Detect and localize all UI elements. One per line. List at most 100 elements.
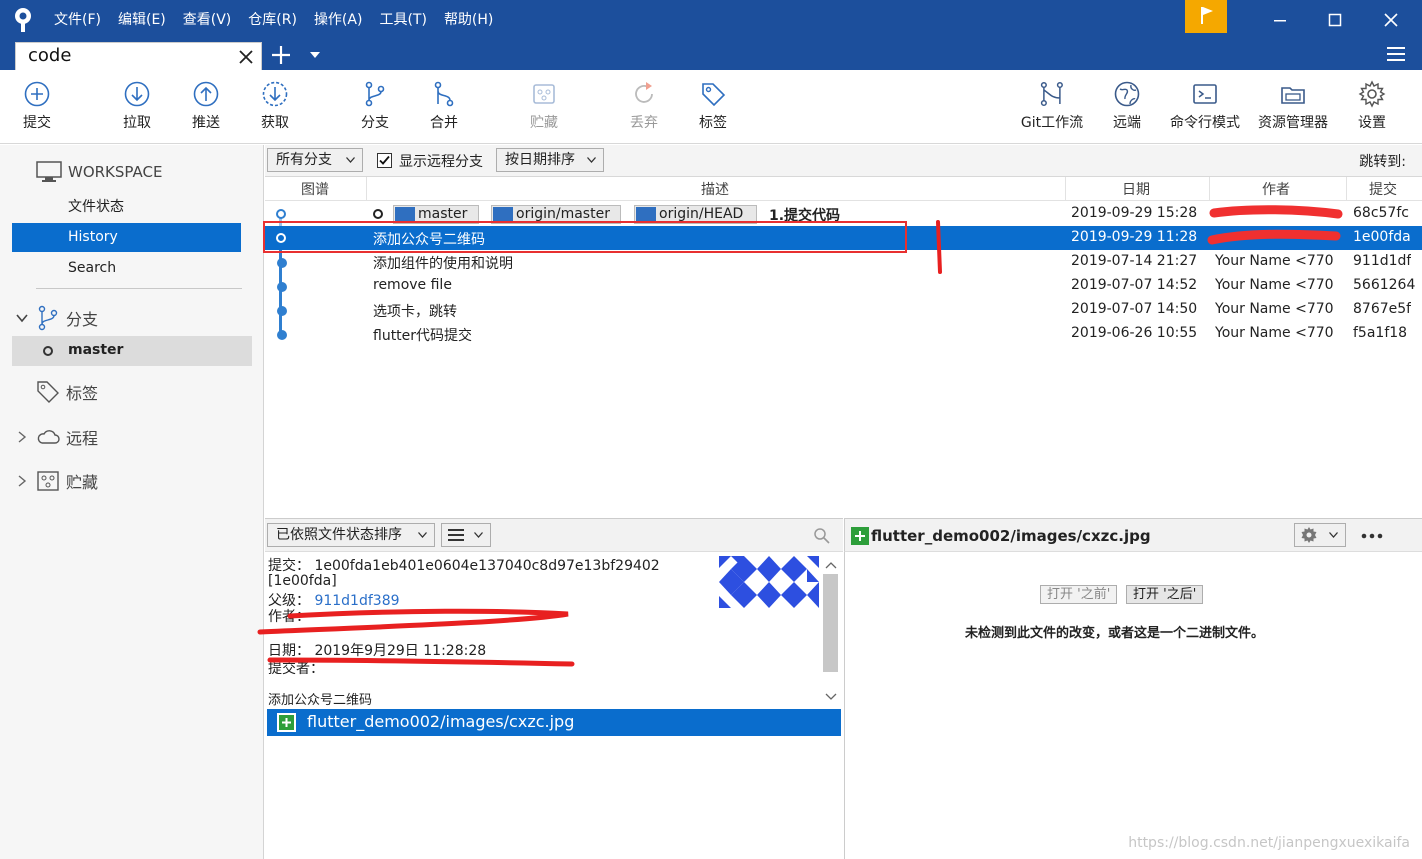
column-commit[interactable]: 提交 [1369, 179, 1397, 199]
menu-help[interactable]: 帮助(H) [444, 0, 493, 40]
sort-order-select[interactable]: 按日期排序 [496, 148, 604, 172]
menu-file[interactable]: 文件(F) [54, 0, 101, 40]
branches-section[interactable]: 分支 [36, 305, 98, 331]
column-author[interactable]: 作者 [1262, 179, 1290, 199]
tab-dropdown-icon[interactable] [308, 50, 322, 60]
scroll-down-icon[interactable] [825, 693, 837, 701]
commit-hash: 8767e5f [1353, 301, 1412, 317]
open-before-button[interactable]: 打开 '之前' [1040, 585, 1118, 604]
file-sort-select[interactable]: 已依照文件状态排序 [267, 523, 435, 547]
fetch-dashed-circle-icon [262, 81, 288, 107]
workspace-section: WORKSPACE [36, 161, 162, 183]
author-label: 作者： [268, 609, 310, 625]
commit-row[interactable]: 选项卡，跳转 2019-07-07 14:50 Your Name <770 8… [265, 298, 1422, 322]
stash-button[interactable]: 贮藏 [530, 80, 558, 132]
stashes-section[interactable]: 贮藏 [36, 469, 98, 493]
history-filter-bar: 所有分支 显示远程分支 按日期排序 跳转到: [265, 145, 1422, 177]
tag-icon [37, 381, 59, 403]
ref-badge-origin-head: origin/HEAD [634, 205, 757, 224]
commit-button[interactable]: 提交 [23, 80, 51, 132]
more-options-icon[interactable] [1361, 533, 1383, 539]
jump-to-label[interactable]: 跳转到: [1359, 151, 1406, 171]
open-after-button[interactable]: 打开 '之后' [1126, 585, 1204, 604]
sidebar-divider [36, 288, 242, 289]
commit-row[interactable]: remove file 2019-07-07 14:52 Your Name <… [265, 274, 1422, 298]
show-remote-branches-label: 显示远程分支 [399, 154, 483, 170]
search-icon[interactable] [813, 527, 831, 545]
commit-row[interactable]: master origin/master origin/HEAD 1.提交代码 … [265, 202, 1422, 226]
git-flow-icon [1040, 81, 1064, 107]
chevron-down-icon[interactable] [16, 312, 28, 324]
menu-edit[interactable]: 编辑(E) [118, 0, 166, 40]
view-mode-select[interactable] [441, 523, 491, 547]
menu-repository[interactable]: 仓库(R) [248, 0, 297, 40]
branch-label-master: master [68, 342, 124, 358]
author-avatar [719, 556, 819, 608]
tags-section[interactable]: 标签 [36, 380, 98, 404]
details-scrollbar[interactable] [823, 574, 838, 672]
main-toolbar: 提交 拉取 推送 获取 分支 合并 贮藏 丢弃 标签 Git工作流 远端 命令行… [0, 70, 1422, 144]
tab-bar: code [0, 40, 1422, 70]
branch-icon [493, 207, 513, 222]
git-flow-button[interactable]: Git工作流 [1021, 80, 1083, 132]
settings-button[interactable]: 设置 [1358, 80, 1386, 132]
commit-row[interactable]: flutter代码提交 2019-06-26 10:55 Your Name <… [265, 322, 1422, 346]
merge-button[interactable]: 合并 [430, 80, 458, 132]
sidebar-item-file-status[interactable]: 文件状态 [12, 193, 241, 222]
notification-flag-button[interactable] [1185, 0, 1227, 33]
sort-order-value: 按日期排序 [505, 152, 575, 168]
fetch-button[interactable]: 获取 [261, 80, 289, 132]
push-button[interactable]: 推送 [192, 80, 220, 132]
diff-options-select[interactable] [1294, 523, 1346, 547]
close-icon [1384, 13, 1398, 27]
maximize-button[interactable] [1310, 0, 1360, 40]
commit-author: Your Name <770 [1215, 277, 1334, 293]
branch-button[interactable]: 分支 [361, 80, 389, 132]
commit-message: 添加公众号二维码 [268, 693, 373, 708]
show-remote-branches-checkbox[interactable] [377, 153, 392, 168]
ref-badge-label: master [418, 206, 468, 222]
chevron-right-icon[interactable] [16, 475, 28, 487]
tab-code[interactable]: code [15, 42, 262, 70]
close-tab-icon[interactable] [237, 48, 255, 66]
scroll-up-icon[interactable] [825, 561, 837, 569]
menu-tools[interactable]: 工具(T) [379, 0, 426, 40]
stashes-label: 贮藏 [66, 473, 99, 492]
branches-label: 分支 [66, 310, 99, 329]
hamburger-menu-icon[interactable] [1386, 45, 1406, 63]
branch-item-master[interactable]: master [12, 336, 252, 366]
column-description[interactable]: 描述 [701, 179, 729, 199]
column-graph[interactable]: 图谱 [301, 179, 329, 199]
add-tab-icon[interactable] [270, 44, 292, 66]
changed-file-row[interactable]: flutter_demo002/images/cxzc.jpg [267, 709, 841, 736]
commit-row-selected[interactable]: 添加公众号二维码 2019-09-29 11:28 1e00fda [265, 226, 1422, 250]
terminal-button[interactable]: 命令行模式 [1170, 80, 1240, 132]
explorer-button[interactable]: 资源管理器 [1258, 80, 1328, 132]
menu-view[interactable]: 查看(V) [183, 0, 232, 40]
commit-row[interactable]: 添加组件的使用和说明 2019-07-14 21:27 Your Name <7… [265, 250, 1422, 274]
parent-hash-link[interactable]: 911d1df389 [314, 593, 399, 609]
branch-filter-select[interactable]: 所有分支 [267, 148, 363, 172]
commit-description: 1.提交代码 [769, 208, 841, 224]
cloud-icon [37, 430, 60, 444]
menu-actions[interactable]: 操作(A) [314, 0, 363, 40]
remote-button[interactable]: 远端 [1113, 80, 1141, 132]
discard-button[interactable]: 丢弃 [630, 80, 658, 132]
current-branch-dot-icon [43, 346, 53, 356]
minimize-button[interactable] [1255, 0, 1305, 40]
commit-author: Your Name <770 [1215, 301, 1334, 317]
pull-button[interactable]: 拉取 [123, 80, 151, 132]
commit-date: 2019-09-29 11:28 [1071, 229, 1198, 245]
column-separator [1346, 177, 1347, 201]
sidebar-item-history[interactable]: History [12, 223, 241, 252]
graph-node-icon [277, 330, 287, 340]
sidebar-item-search[interactable]: Search [12, 254, 241, 283]
close-window-button[interactable] [1366, 0, 1416, 40]
column-date[interactable]: 日期 [1122, 179, 1150, 199]
ref-badge-label: origin/master [516, 206, 610, 222]
tags-label: 标签 [66, 384, 99, 403]
tag-button[interactable]: 标签 [699, 80, 727, 132]
remotes-section[interactable]: 远程 [36, 425, 98, 449]
graph-node-icon [277, 306, 287, 316]
chevron-right-icon[interactable] [16, 431, 28, 443]
